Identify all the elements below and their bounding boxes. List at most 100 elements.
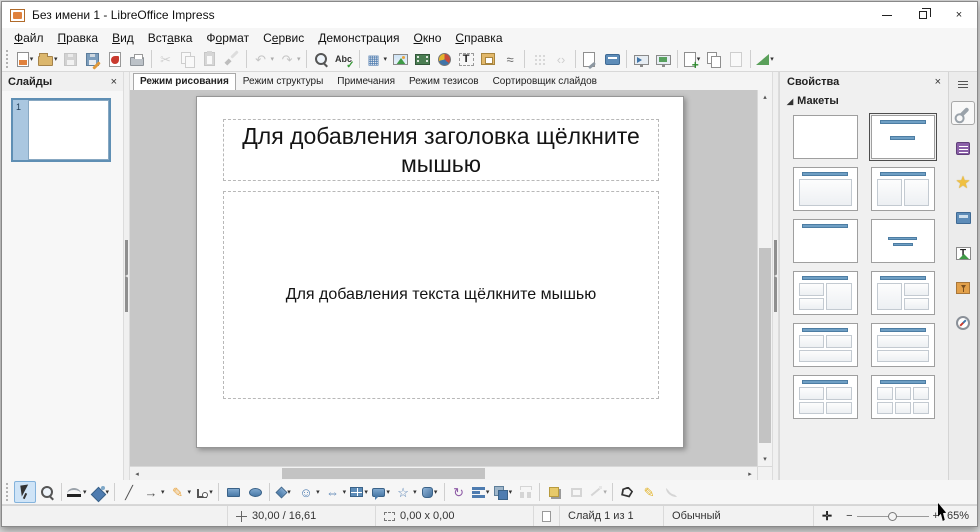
layout-title-2c-c[interactable] bbox=[793, 271, 858, 315]
menu-файл[interactable]: Файл bbox=[7, 30, 51, 46]
block-arrows-button[interactable]: ⇔▾ bbox=[322, 481, 349, 503]
scroll-down-icon[interactable]: ▾ bbox=[758, 452, 772, 466]
sidebar-tab-slide-transition[interactable] bbox=[951, 136, 975, 160]
callout-shapes-button[interactable]: ▾ bbox=[370, 481, 392, 503]
curves-and-polygons-button[interactable]: ✎▾ bbox=[167, 481, 194, 503]
sidebar-close-icon[interactable]: × bbox=[935, 76, 941, 88]
scroll-right-icon[interactable]: ▸ bbox=[743, 470, 757, 478]
new-presentation-button[interactable]: ▾ bbox=[14, 48, 36, 70]
layout-title-2c-over-c[interactable] bbox=[793, 323, 858, 367]
scroll-left-icon[interactable]: ◂ bbox=[130, 470, 144, 478]
layout-title-2content[interactable] bbox=[871, 167, 936, 211]
insert-text-box-button[interactable]: T bbox=[455, 48, 477, 70]
start-from-first-slide-button[interactable] bbox=[630, 48, 652, 70]
vertical-scrollbar[interactable]: ▴ ▾ bbox=[757, 90, 772, 466]
3d-objects-dropdown-icon[interactable]: ▾ bbox=[434, 488, 438, 496]
save-as-button[interactable] bbox=[82, 48, 104, 70]
flowchart-shapes-button[interactable]: ▾ bbox=[348, 481, 370, 503]
menu-окно[interactable]: Окно bbox=[407, 30, 449, 46]
zoom-thumb[interactable] bbox=[888, 512, 897, 521]
lines-and-arrows-dropdown-icon[interactable]: ▾ bbox=[161, 488, 165, 496]
shadow-button[interactable] bbox=[543, 481, 565, 503]
slides-panel-splitter[interactable] bbox=[123, 72, 130, 480]
layout-centered-text[interactable] bbox=[871, 219, 936, 263]
toolbar-handle[interactable] bbox=[6, 50, 10, 68]
basic-shapes-button[interactable]: ▾ bbox=[273, 481, 295, 503]
sidebar-tab-master-slides[interactable] bbox=[951, 206, 975, 230]
layout-title-c-over-c[interactable] bbox=[871, 323, 936, 367]
insert-table-dropdown-icon[interactable]: ▾ bbox=[384, 55, 388, 63]
select-button[interactable] bbox=[14, 481, 36, 503]
splitter-grip[interactable] bbox=[774, 240, 777, 312]
open-button[interactable]: ▾ bbox=[36, 48, 60, 70]
duplicate-slide-button[interactable] bbox=[703, 48, 725, 70]
slide-thumbnail[interactable]: 1 bbox=[11, 98, 111, 162]
horizontal-scroll-thumb[interactable] bbox=[282, 468, 486, 479]
slides-panel-close-icon[interactable]: × bbox=[111, 76, 117, 88]
show-glue-point-functions-button[interactable]: ✎ bbox=[638, 481, 660, 503]
sidebar-tab-gallery[interactable]: T bbox=[951, 241, 975, 265]
layout-title-only[interactable] bbox=[793, 219, 858, 263]
edit-points-button[interactable] bbox=[616, 481, 638, 503]
restore-button[interactable] bbox=[905, 2, 941, 28]
body-placeholder[interactable]: Для добавления текста щёлкните мышью bbox=[223, 191, 659, 399]
zoom-track[interactable] bbox=[857, 516, 929, 517]
insert-chart-button[interactable] bbox=[433, 48, 455, 70]
callout-shapes-dropdown-icon[interactable]: ▾ bbox=[386, 488, 390, 496]
lines-and-arrows-button[interactable]: →▾ bbox=[140, 481, 167, 503]
layout-title-content[interactable] bbox=[793, 167, 858, 211]
ellipse-button[interactable] bbox=[244, 481, 266, 503]
sidebar-tab-properties[interactable] bbox=[951, 101, 975, 125]
spelling-button[interactable]: Abc bbox=[332, 48, 356, 70]
connectors-button[interactable]: ▾ bbox=[193, 481, 215, 503]
arrange-objects-button[interactable]: ▾ bbox=[492, 481, 515, 503]
toolbar-handle[interactable] bbox=[6, 483, 10, 501]
find-and-replace-button[interactable] bbox=[310, 48, 332, 70]
title-placeholder[interactable]: Для добавления заголовка щёлкните мышью bbox=[223, 119, 659, 181]
menu-вид[interactable]: Вид bbox=[105, 30, 141, 46]
insert-line-button[interactable]: ╱ bbox=[118, 481, 140, 503]
symbol-shapes-button[interactable]: ☺▾ bbox=[295, 481, 322, 503]
arrange-objects-dropdown-icon[interactable]: ▾ bbox=[509, 488, 513, 496]
splitter-grip[interactable] bbox=[125, 240, 128, 312]
show-draw-functions-dropdown-icon[interactable]: ▾ bbox=[770, 55, 774, 63]
flowchart-shapes-dropdown-icon[interactable]: ▾ bbox=[364, 488, 368, 496]
fit-slide-cell[interactable]: ✛ bbox=[813, 506, 840, 526]
layouts-section-header[interactable]: ◢ Макеты bbox=[780, 92, 948, 108]
stars-and-banners-button[interactable]: ☆▾ bbox=[392, 481, 419, 503]
layout-title-c-2c[interactable] bbox=[871, 271, 936, 315]
view-tab[interactable]: Сортировщик слайдов bbox=[486, 73, 604, 90]
align-objects-dropdown-icon[interactable]: ▾ bbox=[486, 488, 490, 496]
slide-canvas[interactable]: Для добавления заголовка щёлкните мышью … bbox=[130, 90, 772, 480]
vertical-scroll-thumb[interactable] bbox=[759, 248, 771, 444]
horizontal-scrollbar[interactable]: ◂ ▸ bbox=[130, 466, 757, 480]
align-objects-button[interactable]: ▾ bbox=[470, 481, 492, 503]
insert-fontwork-button[interactable] bbox=[477, 48, 499, 70]
symbol-shapes-dropdown-icon[interactable]: ▾ bbox=[316, 488, 320, 496]
view-tab[interactable]: Примечания bbox=[330, 73, 402, 90]
layout-blank[interactable] bbox=[793, 115, 858, 159]
minimize-button[interactable] bbox=[869, 2, 905, 28]
horizontal-scroll-track[interactable] bbox=[144, 468, 743, 479]
rectangle-button[interactable] bbox=[222, 481, 244, 503]
insert-table-button[interactable]: ▦▾ bbox=[363, 48, 390, 70]
view-tab[interactable]: Режим рисования bbox=[133, 73, 236, 91]
3d-objects-button[interactable]: ▾ bbox=[419, 481, 441, 503]
sidebar-splitter[interactable] bbox=[772, 72, 779, 480]
rotate-button[interactable]: ↻ bbox=[448, 481, 470, 503]
zoom-out-button[interactable]: − bbox=[846, 510, 852, 522]
master-slide-button[interactable] bbox=[601, 48, 623, 70]
layout-title-6c[interactable] bbox=[871, 375, 936, 419]
menu-демонстрация[interactable]: Демонстрация bbox=[311, 30, 406, 46]
connectors-dropdown-icon[interactable]: ▾ bbox=[209, 488, 213, 496]
fill-style-button[interactable]: ▾ bbox=[89, 481, 112, 503]
layout-title-4c[interactable] bbox=[793, 375, 858, 419]
redo-dropdown-icon[interactable]: ▾ bbox=[297, 55, 301, 63]
slide[interactable]: Для добавления заголовка щёлкните мышью … bbox=[196, 96, 684, 448]
open-dropdown-icon[interactable]: ▾ bbox=[54, 55, 58, 63]
menu-справка[interactable]: Справка bbox=[448, 30, 509, 46]
line-style-button[interactable]: ▾ bbox=[65, 481, 89, 503]
zoom-and-pan-button[interactable] bbox=[36, 481, 58, 503]
print-button[interactable] bbox=[126, 48, 148, 70]
image-filter-dropdown-icon[interactable]: ▾ bbox=[603, 488, 607, 496]
